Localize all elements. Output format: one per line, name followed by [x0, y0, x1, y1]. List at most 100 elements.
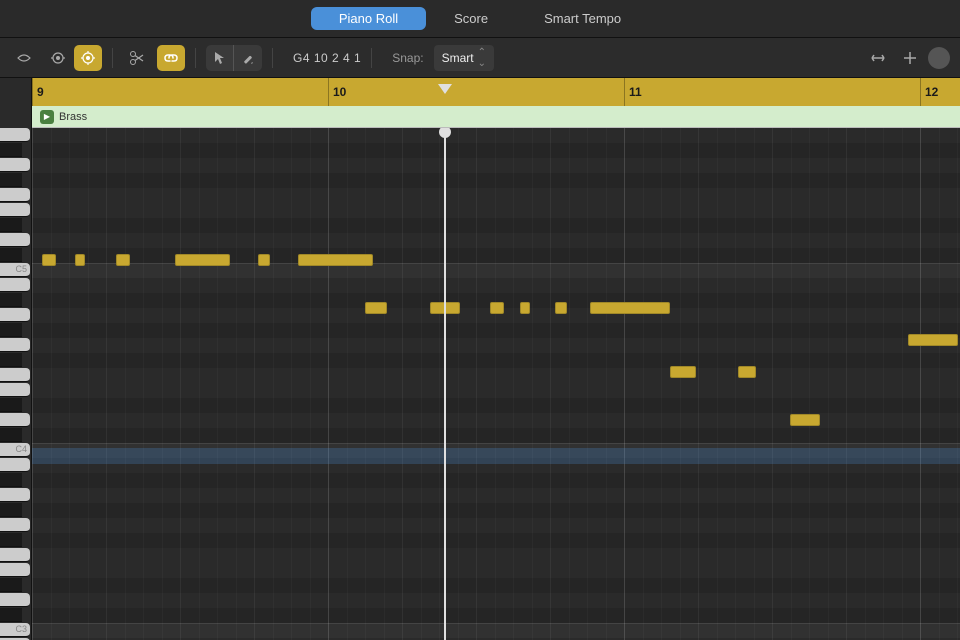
piano-key[interactable] [0, 323, 22, 337]
piano-key[interactable] [0, 143, 22, 157]
midi-note[interactable] [175, 254, 230, 266]
piano-key[interactable] [0, 368, 30, 382]
piano-key[interactable] [0, 263, 30, 277]
grid-row [32, 233, 960, 248]
piano-key[interactable] [0, 503, 22, 517]
grid-row [32, 473, 960, 488]
midi-note[interactable] [590, 302, 670, 314]
piano-key[interactable] [0, 608, 22, 622]
piano-key[interactable] [0, 593, 30, 607]
midi-note[interactable] [75, 254, 85, 266]
piano-key[interactable] [0, 443, 30, 457]
sub-beat-line [809, 128, 810, 640]
sub-beat-line [661, 128, 662, 640]
midi-note[interactable] [298, 254, 373, 266]
piano-key[interactable] [0, 338, 30, 352]
grid-area[interactable] [32, 128, 960, 640]
grid-row [32, 548, 960, 563]
sub-beat-line [735, 128, 736, 640]
grid-row [32, 338, 960, 353]
beat-line [624, 128, 625, 640]
midi-in-button[interactable] [44, 45, 72, 71]
grid-row [32, 248, 960, 263]
tab-score[interactable]: Score [426, 7, 516, 30]
grid-row [32, 203, 960, 218]
midi-note[interactable] [258, 254, 270, 266]
sub-beat-line [587, 128, 588, 640]
grid-row [32, 158, 960, 173]
piano-key[interactable] [0, 218, 22, 232]
grid-row [32, 593, 960, 608]
midi-note[interactable] [908, 334, 958, 346]
midi-note[interactable] [738, 366, 756, 378]
piano-key[interactable] [0, 248, 22, 262]
piano-key[interactable] [0, 308, 30, 322]
zoom-button[interactable] [896, 45, 924, 71]
piano-key[interactable] [0, 398, 22, 412]
midi-note[interactable] [555, 302, 567, 314]
grid-row [32, 518, 960, 533]
sub-beat-line [236, 128, 237, 640]
piano-key[interactable] [0, 128, 30, 142]
piano-key[interactable] [0, 548, 30, 562]
sub-beat-line [162, 128, 163, 640]
piano-key[interactable] [0, 518, 30, 532]
sub-beat-line [939, 128, 940, 640]
beat-line [402, 128, 403, 640]
sub-beat-line [273, 128, 274, 640]
piano-key[interactable] [0, 428, 22, 442]
track-play-button[interactable]: ▶ [40, 110, 54, 124]
piano-key[interactable] [0, 158, 30, 172]
separator-1 [112, 48, 113, 68]
midi-note[interactable] [116, 254, 130, 266]
grid-row [32, 413, 960, 428]
fit-button[interactable] [864, 45, 892, 71]
grid-row [32, 503, 960, 518]
piano-key[interactable] [0, 488, 30, 502]
piano-key[interactable] [0, 383, 30, 397]
piano-key[interactable] [0, 278, 30, 292]
midi-note[interactable] [365, 302, 387, 314]
sub-beat-line [458, 128, 459, 640]
separator-3 [272, 48, 273, 68]
grid-row [32, 323, 960, 338]
snap-arrow-icon: ⌃⌄ [478, 47, 486, 69]
flex-tool-button[interactable] [10, 45, 38, 71]
snap-selector[interactable]: Smart ⌃⌄ [434, 45, 494, 71]
midi-note[interactable] [520, 302, 530, 314]
midi-note[interactable] [790, 414, 820, 426]
grid-row [32, 578, 960, 593]
grid-row [32, 263, 960, 278]
midi-note[interactable] [42, 254, 56, 266]
beat-line [32, 128, 33, 640]
piano-key[interactable] [0, 293, 22, 307]
piano-key[interactable] [0, 203, 30, 217]
sub-beat-line [828, 128, 829, 640]
midi-note[interactable] [490, 302, 504, 314]
volume-knob[interactable] [928, 47, 950, 69]
piano-key[interactable] [0, 188, 30, 202]
piano-key[interactable] [0, 473, 22, 487]
midi-note[interactable] [670, 366, 696, 378]
tab-piano-roll[interactable]: Piano Roll [311, 7, 426, 30]
piano-key[interactable] [0, 578, 22, 592]
link-button[interactable] [157, 45, 185, 71]
piano-key[interactable] [0, 533, 22, 547]
midi-out-button[interactable] [74, 45, 102, 71]
piano-key[interactable] [0, 233, 30, 247]
pencil-button[interactable] [234, 45, 262, 71]
piano-key[interactable] [0, 173, 22, 187]
sub-beat-line [199, 128, 200, 640]
sub-beat-line [125, 128, 126, 640]
piano-key[interactable] [0, 458, 30, 472]
piano-key[interactable] [0, 353, 22, 367]
piano-key[interactable] [0, 563, 30, 577]
piano-key[interactable] [0, 623, 30, 637]
timeline-header: 9101112 [32, 78, 960, 106]
tab-smart-tempo[interactable]: Smart Tempo [516, 7, 649, 30]
piano-key[interactable] [0, 413, 30, 427]
scissors-button[interactable] [123, 45, 151, 71]
beat-line [180, 128, 181, 640]
cursor-button[interactable] [206, 45, 234, 71]
piano-roll: 9101112 ▶ Brass [32, 78, 960, 640]
